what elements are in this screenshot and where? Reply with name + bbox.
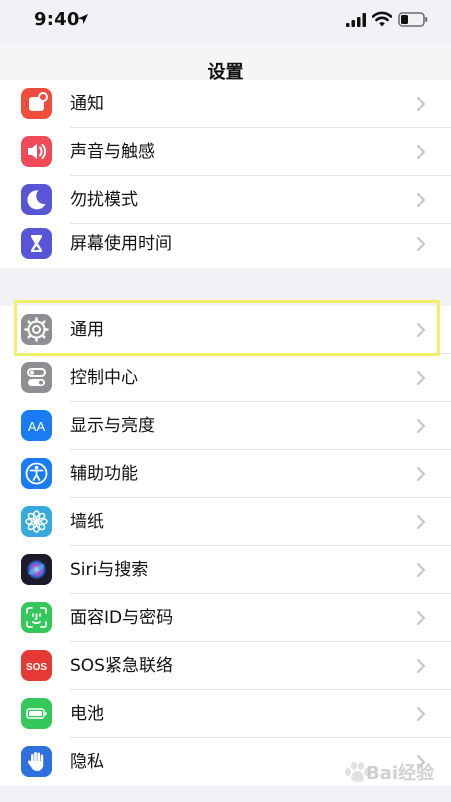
chevron-right-icon bbox=[417, 97, 425, 111]
chevron-right-icon bbox=[417, 467, 425, 481]
battery-icon bbox=[21, 698, 52, 729]
display-brightness-icon: AA bbox=[21, 410, 52, 441]
svg-text:AA: AA bbox=[28, 419, 46, 434]
chevron-right-icon bbox=[417, 563, 425, 577]
settings-row-face-id-passcode[interactable]: 面容ID与密码 bbox=[0, 594, 451, 642]
settings-row-label: Siri与搜索 bbox=[70, 560, 149, 580]
chevron-right-icon bbox=[417, 145, 425, 159]
chevron-right-icon bbox=[417, 371, 425, 385]
settings-row-battery[interactable]: 电池 bbox=[0, 690, 451, 738]
control-center-icon bbox=[21, 362, 52, 393]
bottom-background bbox=[0, 786, 451, 802]
settings-row-wallpaper[interactable]: 墙纸 bbox=[0, 498, 451, 546]
chevron-right-icon bbox=[417, 611, 425, 625]
watermark-text: Bai经验 bbox=[366, 763, 435, 784]
settings-row-label: 勿扰模式 bbox=[70, 190, 138, 210]
privacy-hand-icon bbox=[21, 746, 52, 777]
settings-row-label: 声音与触感 bbox=[70, 142, 155, 162]
chevron-right-icon bbox=[417, 659, 425, 673]
battery-status-icon bbox=[398, 12, 428, 27]
wifi-icon bbox=[372, 11, 392, 27]
settings-row-do-not-disturb[interactable]: 勿扰模式 bbox=[0, 176, 451, 224]
do-not-disturb-icon bbox=[21, 184, 52, 215]
sounds-icon bbox=[21, 136, 52, 167]
settings-row-control-center[interactable]: 控制中心 bbox=[0, 354, 451, 402]
settings-row-label: 显示与亮度 bbox=[70, 416, 155, 436]
settings-row-label: 控制中心 bbox=[70, 368, 138, 388]
siri-icon bbox=[21, 554, 52, 585]
notifications-icon bbox=[21, 88, 52, 119]
status-bar: 9:40 bbox=[0, 0, 451, 44]
settings-row-label: 面容ID与密码 bbox=[70, 608, 174, 628]
highlight-box bbox=[14, 300, 440, 356]
settings-row-label: SOS紧急联络 bbox=[70, 656, 173, 676]
cellular-signal-icon bbox=[346, 13, 366, 27]
settings-row-label: 通知 bbox=[70, 94, 104, 114]
sos-icon: SOS bbox=[21, 650, 52, 681]
accessibility-icon bbox=[21, 458, 52, 489]
settings-row-label: 墙纸 bbox=[70, 512, 104, 532]
settings-row-display-brightness[interactable]: AA 显示与亮度 bbox=[0, 402, 451, 450]
settings-row-emergency-sos[interactable]: SOS SOS紧急联络 bbox=[0, 642, 451, 690]
settings-row-notifications[interactable]: 通知 bbox=[0, 80, 451, 128]
settings-group-2: 通用 控制中心 AA 显示与亮度 辅助功能 墙纸 Siri与搜索 面容ID与密码… bbox=[0, 306, 451, 786]
wallpaper-icon bbox=[21, 506, 52, 537]
settings-group-1: 通知 声音与触感 勿扰模式 屏幕使用时间 bbox=[0, 80, 451, 268]
settings-row-label: 电池 bbox=[70, 704, 104, 724]
settings-screen: 9:40 设置 通知 声音与触感 勿扰模式 屏幕使用时间 通用 控制中心 AA … bbox=[0, 0, 451, 802]
chevron-right-icon bbox=[417, 515, 425, 529]
face-id-icon bbox=[21, 602, 52, 633]
location-arrow-icon bbox=[78, 14, 88, 24]
settings-row-sounds[interactable]: 声音与触感 bbox=[0, 128, 451, 176]
settings-row-screen-time[interactable]: 屏幕使用时间 bbox=[0, 220, 451, 268]
status-time: 9:40 bbox=[34, 9, 80, 30]
chevron-right-icon bbox=[417, 707, 425, 721]
settings-row-accessibility[interactable]: 辅助功能 bbox=[0, 450, 451, 498]
screen-time-icon bbox=[21, 228, 52, 259]
chevron-right-icon bbox=[417, 193, 425, 207]
settings-row-label: 辅助功能 bbox=[70, 464, 138, 484]
settings-row-siri-search[interactable]: Siri与搜索 bbox=[0, 546, 451, 594]
settings-row-label: 屏幕使用时间 bbox=[70, 234, 172, 254]
svg-text:SOS: SOS bbox=[26, 662, 47, 673]
settings-row-label: 隐私 bbox=[70, 752, 104, 772]
chevron-right-icon bbox=[417, 419, 425, 433]
chevron-right-icon bbox=[417, 237, 425, 251]
